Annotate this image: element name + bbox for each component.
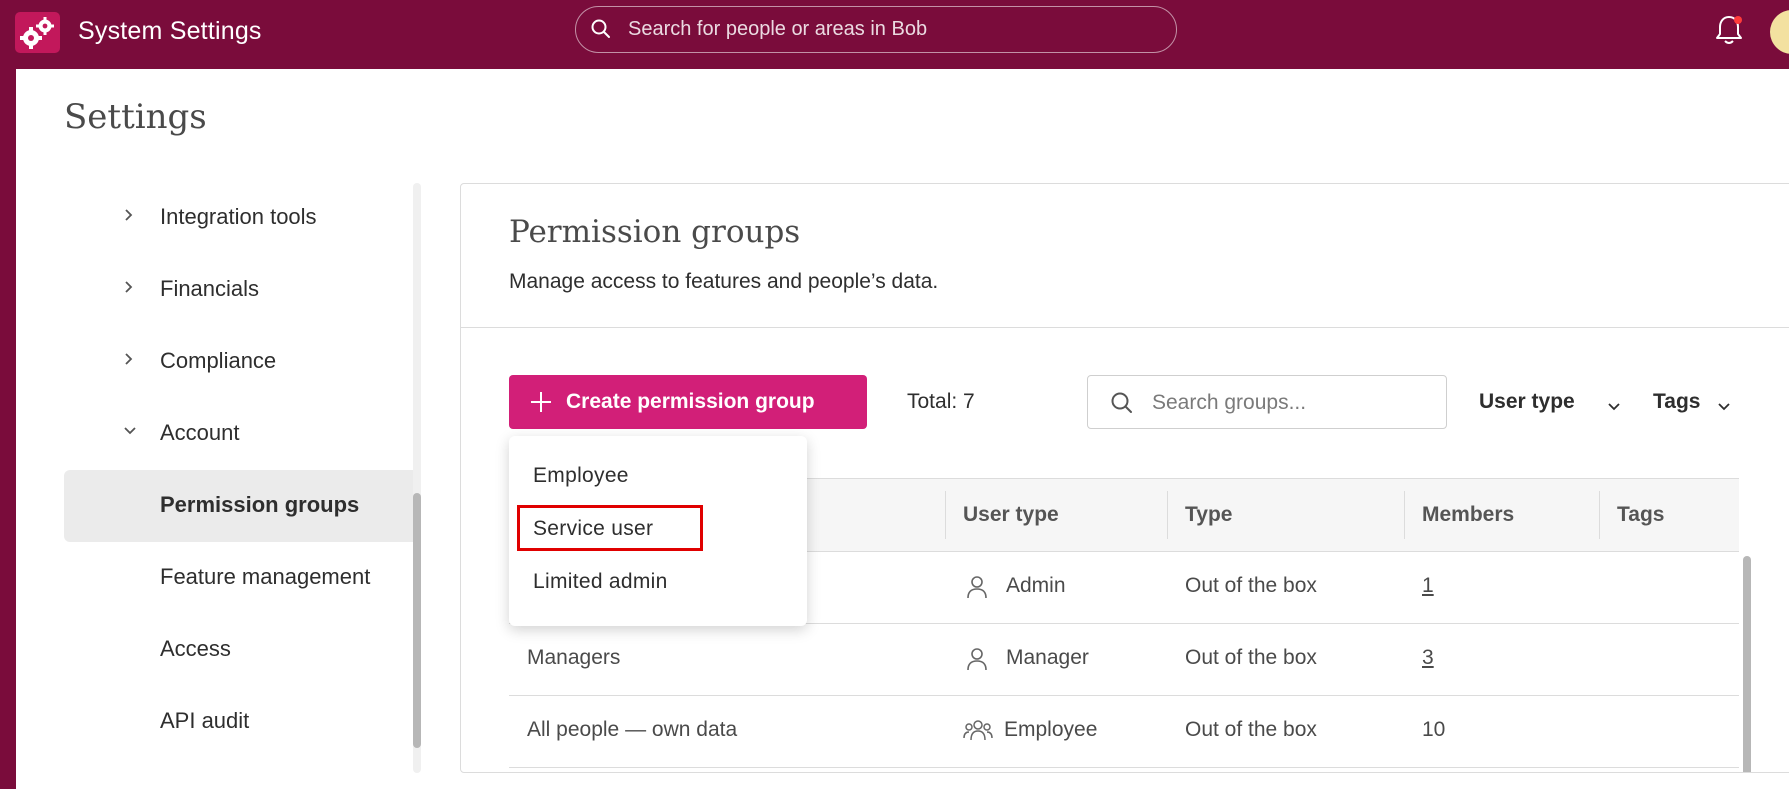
groups-search[interactable] — [1087, 375, 1447, 429]
group-name[interactable]: Managers — [527, 646, 620, 670]
tags-filter[interactable]: Tags — [1653, 390, 1730, 414]
sidebar-item-label: Feature management — [160, 564, 371, 589]
card-subtitle: Manage access to features and people’s d… — [509, 270, 939, 293]
avatar[interactable] — [1770, 10, 1789, 54]
sidebar-item-label: Access — [160, 636, 231, 661]
search-icon — [1110, 391, 1134, 420]
column-separator[interactable] — [1404, 491, 1405, 539]
user-type-filter[interactable]: User type — [1479, 390, 1620, 414]
column-separator[interactable] — [1599, 491, 1600, 539]
create-permission-group-button[interactable]: Create permission group — [509, 375, 867, 429]
settings-panel: Settings Integration tools Financials Co… — [16, 69, 1789, 789]
members-cell: 3 — [1422, 646, 1434, 670]
user-type-label: Employee — [1004, 718, 1098, 741]
members-link[interactable]: 1 — [1422, 574, 1434, 597]
card-title: Permission groups — [509, 214, 801, 250]
chevron-right-icon — [122, 204, 136, 232]
people-icon — [963, 718, 993, 750]
groups-search-input[interactable] — [1152, 388, 1432, 418]
members-link[interactable]: 3 — [1422, 646, 1434, 669]
group-name[interactable]: All people — own data — [527, 718, 737, 742]
type-cell: Out of the box — [1185, 646, 1317, 669]
column-header-tags[interactable]: Tags — [1617, 503, 1664, 527]
chevron-down-icon — [122, 420, 138, 448]
sidebar-item-integration-tools[interactable]: Integration tools — [64, 182, 414, 254]
person-icon — [965, 646, 989, 678]
total-count: Total: 7 — [907, 390, 975, 413]
page-title: Settings — [64, 97, 207, 137]
filter-label: User type — [1479, 390, 1575, 413]
table-row[interactable]: Managers Manager Out of the box 3 — [509, 624, 1739, 696]
highlight-box — [517, 505, 703, 551]
sidebar-item-label: Permission groups — [160, 492, 360, 517]
global-search[interactable] — [575, 6, 1177, 53]
sidebar-item-api-audit[interactable]: API audit — [64, 686, 414, 758]
chevron-down-icon — [1607, 396, 1621, 420]
column-header-user-type[interactable]: User type — [963, 503, 1059, 527]
menu-item-limited-admin[interactable]: Limited admin — [509, 557, 807, 609]
sidebar-item-label: Account — [160, 420, 240, 445]
type-cell: Out of the box — [1185, 574, 1317, 597]
members-cell: 1 — [1422, 574, 1434, 598]
person-icon — [965, 574, 989, 606]
table-row[interactable]: All people — own data Employee Out of th… — [509, 696, 1739, 768]
divider — [461, 327, 1789, 328]
permission-groups-card: Permission groups Manage access to featu… — [460, 183, 1789, 773]
column-header-members[interactable]: Members — [1422, 503, 1514, 527]
column-separator[interactable] — [945, 491, 946, 539]
sidebar-item-access[interactable]: Access — [64, 614, 414, 686]
chevron-right-icon — [122, 276, 136, 304]
chevron-right-icon — [122, 348, 136, 376]
user-type-label: Manager — [1006, 646, 1089, 669]
menu-item-label: Limited admin — [533, 570, 668, 593]
members-cell: 10 — [1422, 718, 1446, 741]
column-separator[interactable] — [1167, 491, 1168, 539]
notification-dot — [1734, 16, 1742, 24]
app-title: System Settings — [78, 17, 262, 45]
chevron-down-icon — [1717, 396, 1731, 420]
sidebar-scrollbar-thumb[interactable] — [413, 493, 421, 748]
sidebar-item-label: Compliance — [160, 348, 277, 373]
sidebar-item-label: Integration tools — [160, 204, 317, 229]
create-button-label: Create permission group — [566, 390, 815, 413]
sidebar-item-account[interactable]: Account — [64, 398, 414, 470]
gears-icon[interactable] — [15, 12, 60, 53]
type-cell: Out of the box — [1185, 718, 1317, 741]
sidebar-item-financials[interactable]: Financials — [64, 254, 414, 326]
menu-item-label: Employee — [533, 464, 629, 487]
sidebar-item-feature-management[interactable]: Feature management — [64, 542, 414, 614]
sidebar-item-label: API audit — [160, 708, 250, 733]
sidebar-item-label: Financials — [160, 276, 260, 301]
menu-item-employee[interactable]: Employee — [509, 451, 807, 503]
search-icon — [590, 18, 612, 45]
column-header-type[interactable]: Type — [1185, 503, 1232, 527]
plus-icon — [529, 390, 553, 420]
user-type-label: Admin — [1006, 574, 1066, 597]
global-search-input[interactable] — [628, 15, 1148, 44]
create-group-dropdown: Employee Service user Limited admin — [509, 436, 807, 626]
table-scrollbar-thumb[interactable] — [1743, 556, 1751, 772]
sidebar-item-compliance[interactable]: Compliance — [64, 326, 414, 398]
filter-label: Tags — [1653, 390, 1701, 413]
top-bar: System Settings — [0, 0, 1789, 68]
sidebar-item-permission-groups[interactable]: Permission groups — [64, 470, 414, 542]
